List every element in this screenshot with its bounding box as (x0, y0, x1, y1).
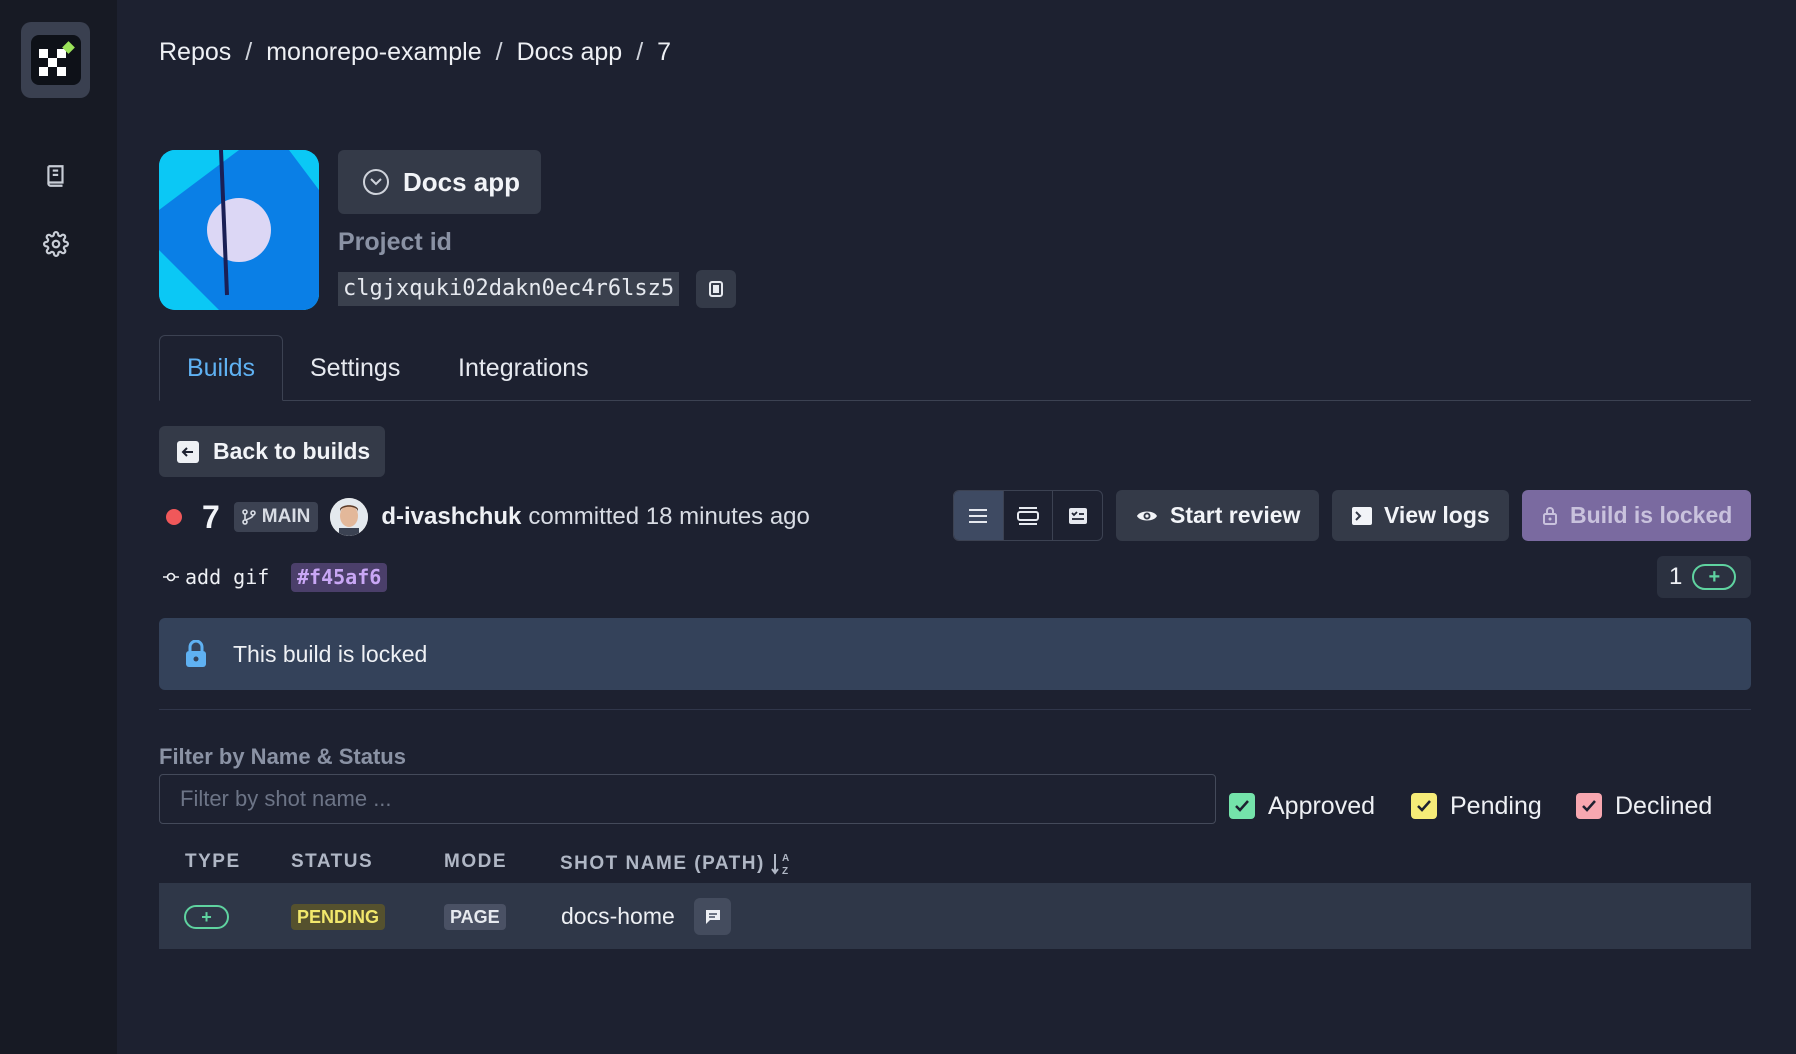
pending-checkbox[interactable]: Pending (1411, 791, 1542, 821)
copy-icon (709, 281, 723, 297)
build-locked-button[interactable]: Build is locked (1522, 490, 1751, 541)
app-logo[interactable] (21, 22, 90, 98)
build-number: 7 (202, 498, 220, 535)
commit-message: add gif (163, 564, 269, 590)
column-header-type: TYPE (185, 851, 241, 873)
column-header-shot-name[interactable]: SHOT NAME (PATH) A Z (560, 851, 793, 877)
build-locked-label: Build is locked (1570, 502, 1733, 528)
checkbox-checked-icon (1229, 793, 1255, 819)
branch-badge: MAIN (233, 502, 319, 532)
project-avatar (159, 150, 319, 310)
mode-badge: PAGE (444, 904, 506, 930)
eye-icon (1137, 511, 1157, 520)
pending-label: Pending (1450, 791, 1542, 820)
git-branch-icon (241, 509, 256, 525)
counter-value: 1 (1669, 563, 1683, 590)
breadcrumb-build: 7 (657, 38, 672, 66)
breadcrumb: Repos / monorepo-example / Docs app / 7 (159, 38, 671, 67)
chevron-down-icon (363, 169, 389, 195)
view-logs-label: View logs (1384, 502, 1490, 528)
back-to-builds-button[interactable]: Back to builds (159, 426, 385, 477)
logo-mark-icon (30, 35, 81, 85)
lock-icon (1543, 506, 1557, 525)
start-review-button[interactable]: Start review (1116, 490, 1319, 541)
breadcrumb-separator: / (495, 38, 503, 66)
svg-text:Z: Z (782, 866, 790, 877)
type-added-icon: + (184, 905, 229, 929)
back-to-builds-label: Back to builds (213, 438, 371, 464)
tab-integrations[interactable]: Integrations (458, 335, 589, 401)
view-mode-toggle (953, 490, 1103, 541)
git-commit-icon (163, 572, 179, 582)
plus-icon: + (1692, 564, 1737, 590)
column-header-mode-label: MODE (444, 851, 507, 872)
section-divider (159, 709, 1751, 710)
column-header-status-label: STATUS (291, 851, 374, 872)
commit-author[interactable]: d-ivashchuk (381, 503, 521, 531)
filter-label: Filter by Name & Status (159, 744, 406, 769)
status-badge: PENDING (291, 904, 386, 930)
project-id-label: Project id (338, 228, 452, 256)
breadcrumb-repo[interactable]: monorepo-example (266, 38, 481, 67)
locked-banner-text: This build is locked (233, 640, 428, 667)
copy-button[interactable] (696, 270, 736, 308)
tab-builds[interactable]: Builds (159, 335, 283, 401)
approved-label: Approved (1268, 791, 1376, 820)
breadcrumb-repos[interactable]: Repos (159, 38, 231, 67)
build-status-dot (166, 509, 182, 525)
comment-button[interactable] (694, 898, 731, 935)
project-switcher[interactable]: Docs app (338, 150, 541, 214)
breadcrumb-separator: / (245, 38, 253, 66)
list-icon (969, 508, 988, 523)
commit-time: committed 18 minutes ago (528, 503, 810, 530)
shot-name[interactable]: docs-home (561, 903, 675, 930)
declined-checkbox[interactable]: Declined (1576, 791, 1712, 821)
avatar (330, 498, 369, 536)
card-view-button[interactable] (1004, 491, 1054, 540)
commit-sha[interactable]: #f45af6 (291, 563, 388, 592)
column-header-shot-name-label: SHOT NAME (PATH) (560, 853, 765, 874)
tab-settings[interactable]: Settings (310, 335, 400, 401)
sort-alpha-icon: A Z (771, 853, 791, 877)
sidebar (0, 0, 117, 1054)
column-header-mode: MODE (444, 851, 507, 873)
checklist-icon (1068, 507, 1087, 524)
list-view-button[interactable] (954, 491, 1004, 540)
breadcrumb-separator: / (636, 38, 644, 66)
column-header-status: STATUS (291, 851, 373, 873)
commit-message-text: add gif (185, 565, 270, 589)
approved-checkbox[interactable]: Approved (1229, 791, 1375, 821)
lock-icon (186, 640, 206, 667)
branch-name: MAIN (261, 506, 311, 527)
breadcrumb-project[interactable]: Docs app (517, 38, 623, 67)
checkbox-checked-icon (1411, 793, 1437, 819)
start-review-label: Start review (1170, 502, 1301, 528)
card-icon (1017, 506, 1039, 525)
build-header: 7 MAIN d-ivashchuk committed 18 minutes … (166, 496, 810, 538)
comment-icon (705, 909, 720, 924)
shot-name-filter-input[interactable] (159, 774, 1216, 824)
locked-banner: This build is locked (159, 618, 1751, 690)
column-header-type-label: TYPE (185, 851, 241, 872)
comments-counter[interactable]: 1 + (1657, 556, 1751, 598)
table-row[interactable]: + PENDING PAGE docs-home (159, 883, 1751, 949)
arrow-left-icon (177, 440, 199, 463)
checkbox-checked-icon (1576, 793, 1602, 819)
view-logs-button[interactable]: View logs (1332, 490, 1509, 541)
checklist-view-button[interactable] (1053, 491, 1102, 540)
gear-icon[interactable] (41, 229, 71, 259)
svg-text:A: A (782, 853, 791, 864)
terminal-icon (1352, 506, 1372, 525)
book-icon[interactable] (41, 161, 71, 191)
declined-label: Declined (1615, 791, 1713, 820)
project-name: Docs app (403, 166, 521, 197)
project-id-value: clgjxquki02dakn0ec4r6lsz5 (338, 272, 680, 306)
